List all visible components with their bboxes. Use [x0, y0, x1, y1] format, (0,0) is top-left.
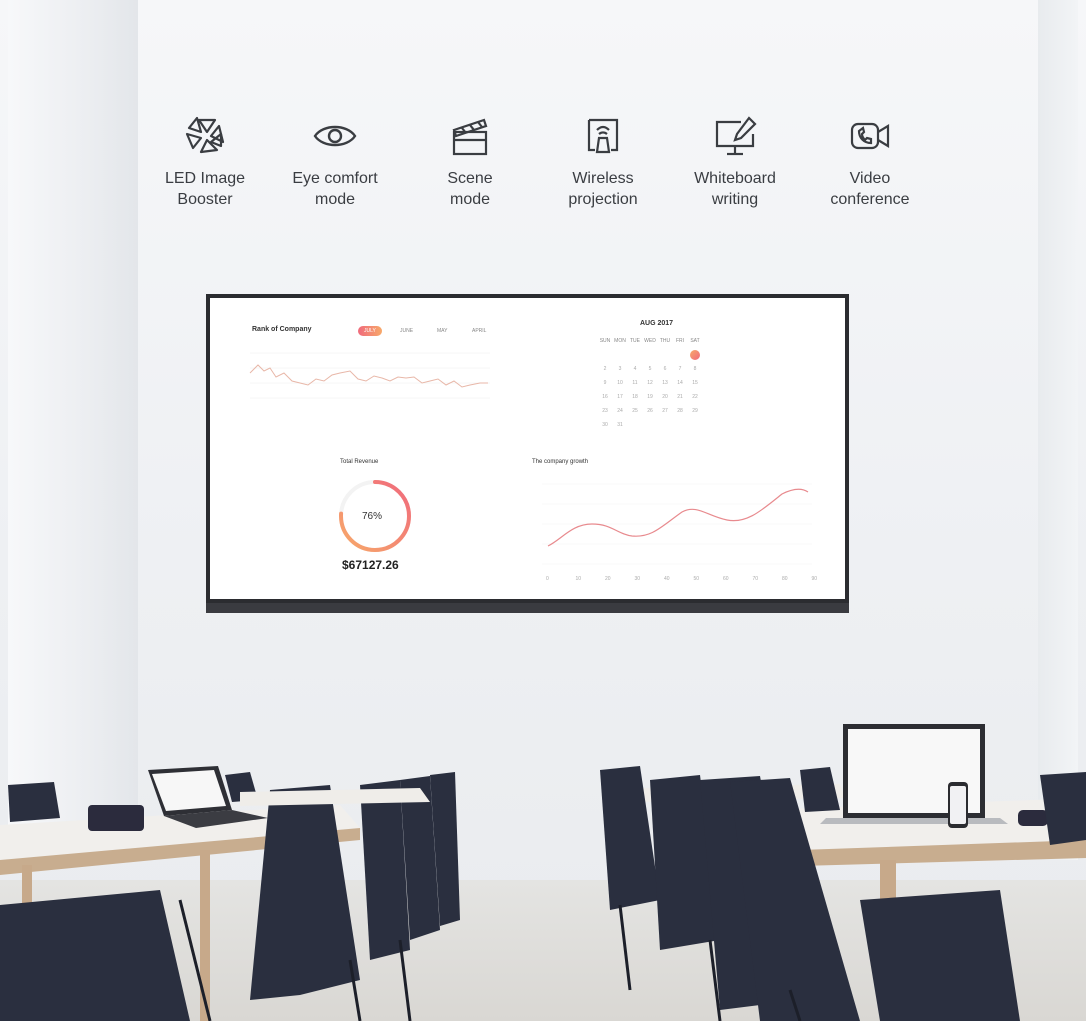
feature-video-conference: Video conference [805, 112, 935, 210]
feature-icons-row: LED Image Booster Eye comfort mode Scene… [140, 112, 960, 222]
growth-x-ticks: 0 10 20 30 40 50 60 70 80 90 [546, 576, 817, 582]
conference-room-scene: LED Image Booster Eye comfort mode Scene… [0, 0, 1086, 1021]
display-bezel [206, 603, 849, 613]
growth-title: The company growth [532, 459, 589, 465]
calendar-weekday: WED [644, 338, 656, 344]
feature-whiteboard-writing: Whiteboard writing [670, 112, 800, 210]
calendar-day[interactable]: 19 [643, 394, 657, 400]
calendar-day[interactable]: 12 [643, 380, 657, 386]
growth-x-tick-label: 30 [635, 576, 641, 582]
calendar-weekday: MON [614, 338, 626, 344]
calendar-day[interactable]: 9 [598, 380, 612, 386]
rank-chart-title: Rank of Company [252, 326, 312, 333]
calendar-day[interactable]: 5 [643, 366, 657, 372]
calendar-day[interactable]: 8 [688, 366, 702, 372]
calendar-weekday: TUE [630, 338, 640, 344]
growth-x-tick-label: 80 [782, 576, 788, 582]
growth-x-tick-label: 20 [605, 576, 611, 582]
revenue-amount: $67127.26 [342, 558, 399, 572]
calendar-day[interactable]: 24 [613, 408, 627, 414]
feature-led-image-booster: LED Image Booster [140, 112, 270, 210]
calendar-day[interactable]: 10 [613, 380, 627, 386]
calendar-day[interactable]: 2 [598, 366, 612, 372]
feature-label: Video conference [830, 170, 910, 208]
calendar-today[interactable] [690, 350, 700, 360]
feature-label: Eye comfort mode [292, 170, 378, 208]
calendar-day[interactable]: 27 [658, 408, 672, 414]
rank-line-chart [249, 352, 490, 399]
calendar-day[interactable]: 18 [628, 394, 642, 400]
calendar-day[interactable]: 31 [613, 422, 627, 428]
growth-line-chart: 0 10 20 30 40 50 60 70 80 90 [542, 483, 817, 582]
feature-eye-comfort: Eye comfort mode [270, 112, 400, 210]
calendar-weekday: SAT [690, 338, 700, 344]
feature-label: LED Image Booster [164, 170, 246, 208]
growth-x-tick-label: 10 [576, 576, 582, 582]
tab-july[interactable]: JULY [358, 326, 382, 336]
calendar-day[interactable]: 15 [688, 380, 702, 386]
calendar-day[interactable]: 21 [673, 394, 687, 400]
growth-x-tick-label: 0 [546, 576, 549, 582]
feature-label: Wireless projection [568, 170, 638, 208]
wireless-transmitter [88, 805, 144, 831]
tab-june[interactable]: JUNE [400, 328, 413, 334]
calendar-day[interactable]: 25 [628, 408, 642, 414]
calendar-day[interactable]: 11 [628, 380, 642, 386]
growth-x-tick-label: 50 [694, 576, 700, 582]
growth-x-tick-label: 40 [664, 576, 670, 582]
dashboard-screen: Rank of Company JULY JUNE MAY APRIL AUG … [210, 298, 845, 599]
calendar-day[interactable]: 14 [673, 380, 687, 386]
feature-label: Whiteboard writing [694, 170, 776, 208]
calendar-day[interactable]: 17 [613, 394, 627, 400]
feature-scene-mode: Scene mode [405, 112, 535, 210]
feature-label: Scene mode [447, 170, 493, 208]
calendar-day[interactable]: 13 [658, 380, 672, 386]
tab-april[interactable]: APRIL [472, 328, 486, 334]
calendar-day[interactable]: 6 [658, 366, 672, 372]
calendar-day[interactable]: 22 [688, 394, 702, 400]
calendar-day[interactable]: 7 [673, 366, 687, 372]
calendar-day[interactable]: 28 [673, 408, 687, 414]
growth-x-tick-label: 60 [723, 576, 729, 582]
feature-wireless-projection: Wireless projection [538, 112, 668, 210]
calendar-day[interactable]: 29 [688, 408, 702, 414]
clapperboard-icon [452, 118, 488, 156]
tab-may[interactable]: MAY [437, 328, 447, 334]
wireless-projection-icon [587, 118, 619, 154]
whiteboard-icon [715, 116, 757, 156]
revenue-percent: 76% [362, 511, 383, 522]
calendar-weekday: SUN [599, 338, 611, 344]
calendar-day[interactable]: 4 [628, 366, 642, 372]
growth-x-tick-label: 70 [753, 576, 759, 582]
eye-icon [313, 125, 357, 147]
calendar-title: AUG 2017 [640, 320, 674, 327]
calendar-day[interactable]: 16 [598, 394, 612, 400]
calendar-day[interactable]: 23 [598, 408, 612, 414]
wall-display: Rank of Company JULY JUNE MAY APRIL AUG … [206, 294, 849, 613]
calendar-day[interactable]: 3 [613, 366, 627, 372]
revenue-title: Total Revenue [340, 459, 379, 465]
calendar-weekday: THU [659, 338, 671, 344]
calendar-day[interactable]: 20 [658, 394, 672, 400]
calendar-day[interactable]: 26 [643, 408, 657, 414]
video-conference-icon [850, 122, 890, 150]
led-image-booster-icon [185, 116, 225, 154]
calendar-day[interactable]: 30 [598, 422, 612, 428]
calendar-weekday: FRI [675, 338, 685, 344]
growth-x-tick-label: 90 [812, 576, 818, 582]
conference-furniture [0, 724, 1086, 1021]
